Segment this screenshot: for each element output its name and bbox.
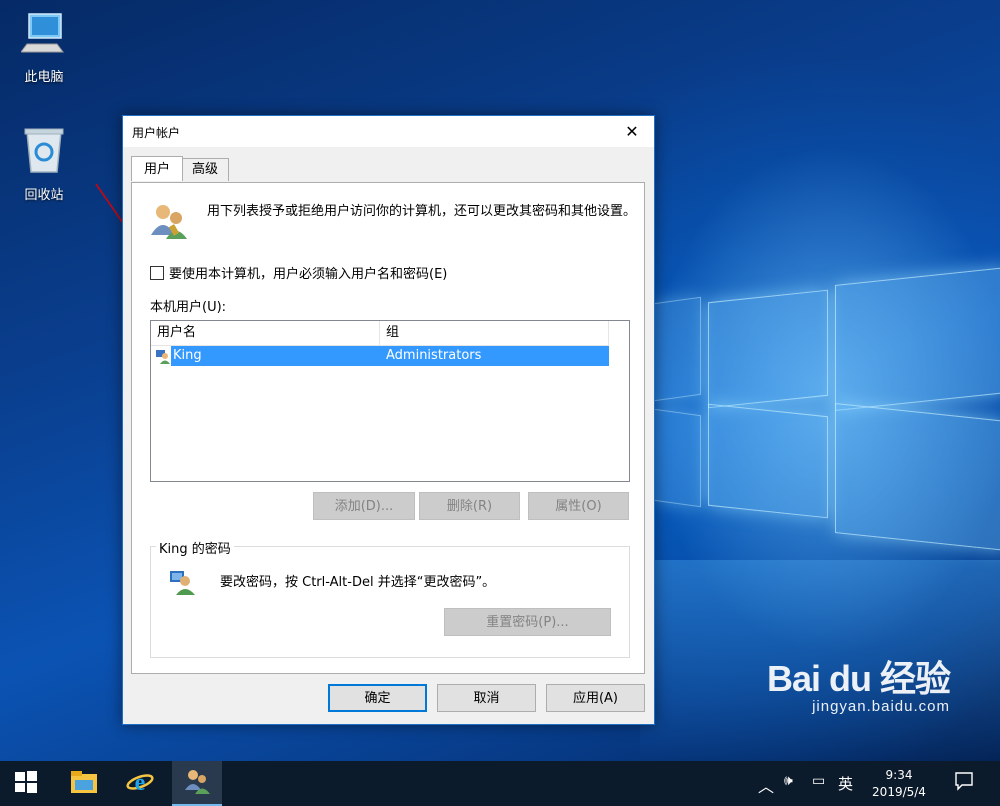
column-header-username[interactable]: 用户名: [151, 321, 380, 345]
properties-button[interactable]: 属性(O): [528, 492, 629, 520]
user-list[interactable]: 用户名 组 King Administrators: [150, 320, 630, 482]
tab-label: 用户: [143, 162, 170, 177]
password-group-title: King 的密码: [156, 538, 234, 557]
action-center-icon[interactable]: [954, 771, 974, 794]
remove-button[interactable]: 删除(R): [419, 492, 520, 520]
internet-explorer-icon: e: [126, 769, 154, 799]
tab-advanced[interactable]: 高级: [181, 158, 229, 181]
require-login-checkbox[interactable]: [150, 265, 164, 280]
column-header-label: 用户名: [157, 325, 197, 340]
password-hint-text: 要改密码，按 Ctrl-Alt-Del 并选择“更改密码”。: [220, 575, 496, 590]
username-value: King: [173, 348, 202, 363]
require-login-row[interactable]: 要使用本计算机，用户必须输入用户名和密码(E): [150, 263, 447, 282]
input-language-indicator[interactable]: 英: [838, 773, 853, 794]
password-user-icon: [168, 567, 196, 599]
intro-text: 用下列表授予或拒绝用户访问你的计算机，还可以更改其密码和其他设置。: [207, 204, 637, 219]
taskbar: e ︿ 🕪 ▭ 英 9:34 2019/5/4: [0, 761, 1000, 806]
taskbar-user-accounts[interactable]: [172, 761, 222, 806]
user-accounts-icon: [184, 768, 210, 798]
apply-button[interactable]: 应用(A): [546, 684, 645, 712]
chevron-up-icon[interactable]: ︿: [758, 773, 774, 797]
tab-label: 高级: [191, 162, 218, 177]
start-icon: [15, 770, 37, 797]
svg-text:e: e: [135, 770, 146, 795]
username-cell[interactable]: King: [171, 346, 380, 366]
close-icon[interactable]: ✕: [610, 116, 654, 147]
users-tab-panel: 用下列表授予或拒绝用户访问你的计算机，还可以更改其密码和其他设置。 要使用本计算…: [131, 182, 645, 674]
ok-button[interactable]: 确定: [328, 684, 427, 712]
file-explorer-icon: [71, 770, 97, 797]
column-header-label: 组: [386, 325, 400, 340]
user-accounts-dialog: 用户帐户 ✕ 用户 高级 用下列表授予或拒绝用户访问你的计算机，还可以更改其密码…: [122, 115, 655, 725]
password-groupbox: [150, 546, 630, 658]
network-icon[interactable]: ▭: [812, 773, 825, 789]
table-row[interactable]: King Administrators: [151, 346, 609, 366]
dialog-titlebar[interactable]: 用户帐户 ✕: [123, 116, 654, 147]
clock-time: 9:34: [885, 768, 913, 782]
require-login-label[interactable]: 要使用本计算机，用户必须输入用户名和密码(E): [169, 263, 447, 282]
column-header-group[interactable]: 组: [380, 321, 609, 345]
start-button[interactable]: [2, 761, 50, 806]
group-cell[interactable]: Administrators: [380, 346, 609, 366]
baidu-watermark: Bai du 经验 jingyan.baidu.com: [766, 650, 951, 715]
reset-password-button[interactable]: 重置密码(P)...: [444, 608, 611, 636]
cancel-button[interactable]: 取消: [437, 684, 536, 712]
list-header: 用户名 组: [151, 321, 609, 346]
tab-users[interactable]: 用户: [131, 156, 183, 181]
users-icon: [149, 201, 189, 245]
volume-icon[interactable]: 🕪: [784, 773, 793, 789]
dialog-title: 用户帐户: [132, 126, 181, 140]
clock-date: 2019/5/4: [872, 785, 926, 799]
add-button[interactable]: 添加(D)...: [313, 492, 415, 520]
watermark-brand: Bai du 经验: [766, 658, 951, 699]
taskbar-internet-explorer[interactable]: e: [116, 761, 164, 806]
taskbar-file-explorer[interactable]: [60, 761, 108, 806]
taskbar-clock[interactable]: 9:34 2019/5/4: [862, 767, 936, 801]
group-value: Administrators: [386, 348, 482, 363]
user-icon: [155, 348, 171, 368]
local-users-label: 本机用户(U):: [150, 300, 227, 315]
